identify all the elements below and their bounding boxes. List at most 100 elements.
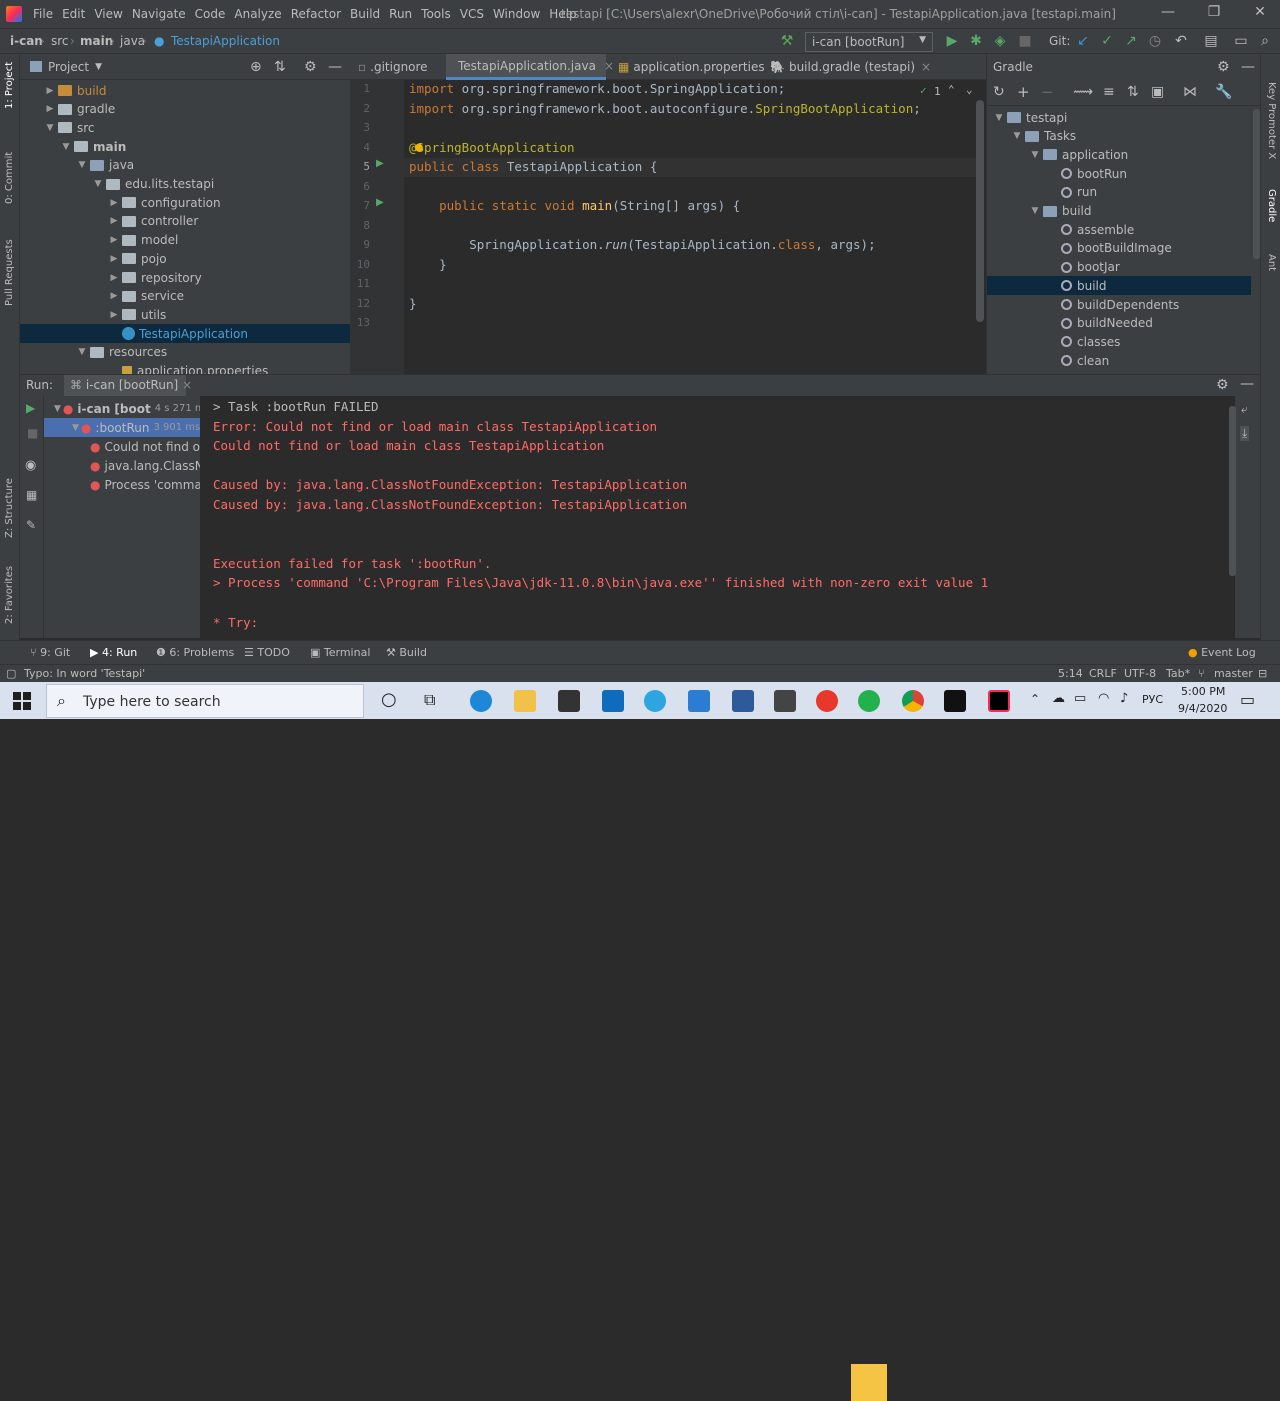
- debug-icon[interactable]: ✱: [967, 33, 985, 49]
- tree-arrow-icon[interactable]: ▶: [108, 216, 120, 226]
- tree-item[interactable]: ▼ edu.lits.testapi: [20, 175, 350, 194]
- tree-item[interactable]: ▶ configuration: [20, 193, 350, 212]
- menu-item-build[interactable]: Build: [350, 7, 380, 21]
- tab-testapi-application[interactable]: TestapiApplication.java ×: [446, 54, 614, 80]
- gradle-item[interactable]: buildDependents: [987, 295, 1251, 314]
- code-line[interactable]: import org.springframework.boot.SpringAp…: [409, 81, 785, 100]
- tree-arrow-icon[interactable]: ▼: [60, 142, 72, 152]
- git-commit-icon[interactable]: ✓: [1098, 33, 1116, 49]
- tree-arrow-icon[interactable]: ▼: [1029, 150, 1041, 160]
- build-hammer-icon[interactable]: ⚒: [778, 33, 796, 49]
- telegram-icon[interactable]: [644, 690, 666, 712]
- project-tool-tab[interactable]: 1: Project: [4, 62, 15, 109]
- gradle-item[interactable]: buildNeeded: [987, 314, 1251, 333]
- clock-date[interactable]: 9/4/2020: [1178, 702, 1227, 715]
- project-structure-icon[interactable]: ▤: [1202, 33, 1220, 49]
- git-tool-tab[interactable]: ⑂ 9: Git: [30, 646, 70, 659]
- run-gutter-icon[interactable]: ▶: [376, 158, 384, 169]
- taskbar-search-box[interactable]: ⌕ Type here to search: [46, 684, 364, 718]
- gear-icon[interactable]: ⚙: [1216, 377, 1229, 393]
- chevron-up-icon[interactable]: ⌃: [1030, 692, 1040, 706]
- task-view-icon[interactable]: ⧉: [424, 690, 435, 710]
- stop-icon[interactable]: ■: [1016, 33, 1034, 49]
- menu-item-refactor[interactable]: Refactor: [291, 7, 341, 21]
- reload-icon[interactable]: ↻: [993, 84, 1005, 100]
- indent-setting[interactable]: Tab*: [1166, 667, 1190, 680]
- search-icon[interactable]: ⌕: [1256, 33, 1274, 49]
- file-explorer-icon[interactable]: [514, 690, 536, 712]
- run-config-select[interactable]: i-can [bootRun] ▼: [805, 32, 933, 52]
- wrench-icon[interactable]: 🔧: [1215, 84, 1232, 100]
- code-line[interactable]: }: [409, 257, 447, 276]
- cortana-icon[interactable]: ○: [381, 689, 397, 710]
- volume-icon[interactable]: ♪: [1120, 691, 1128, 706]
- breadcrumb-project[interactable]: i-can: [10, 34, 43, 48]
- run-tree-item[interactable]: ● Process 'comma: [44, 475, 200, 494]
- console-output[interactable]: > Task :bootRun FAILED Error: Could not f…: [200, 396, 1235, 638]
- scroll-to-end-icon[interactable]: ⤓: [1240, 426, 1250, 441]
- run-tree-item[interactable]: ● java.lang.ClassN: [44, 456, 200, 475]
- status-message[interactable]: Typo: In word 'Testapi': [24, 667, 145, 680]
- tree-arrow-icon[interactable]: ▼: [76, 160, 88, 170]
- coverage-icon[interactable]: ◈: [991, 33, 1009, 49]
- commit-tool-tab[interactable]: 0: Commit: [4, 152, 15, 204]
- layout-icon[interactable]: ▭: [1232, 33, 1250, 49]
- eye-icon[interactable]: ◉: [25, 458, 36, 473]
- close-icon[interactable]: ✕: [1250, 4, 1270, 24]
- tree-arrow-icon[interactable]: ▼: [44, 123, 56, 133]
- wifi-icon[interactable]: ◠: [1098, 691, 1109, 706]
- inspection-ok-icon[interactable]: ✓: [920, 84, 927, 97]
- tree-arrow-icon[interactable]: ▶: [44, 86, 56, 96]
- menu-item-code[interactable]: Code: [195, 7, 226, 21]
- project-view-select[interactable]: Project: [48, 60, 89, 74]
- collapse-all-icon[interactable]: ⇅: [274, 59, 286, 75]
- tree-item-selected[interactable]: TestapiApplication: [20, 324, 350, 344]
- tree-item[interactable]: ▼ java: [20, 156, 350, 175]
- code-line[interactable]: public class TestapiApplication {: [409, 159, 657, 178]
- store-icon[interactable]: [558, 690, 580, 712]
- tree-item[interactable]: ▶ gradle: [20, 100, 350, 119]
- maximize-icon[interactable]: ❐: [1204, 4, 1224, 24]
- add-icon[interactable]: +: [1017, 83, 1030, 101]
- menu-item-edit[interactable]: Edit: [62, 7, 85, 21]
- tree-item[interactable]: ▶ controller: [20, 212, 350, 231]
- run-icon[interactable]: ▶: [943, 33, 961, 49]
- tree-item[interactable]: ▼ src: [20, 118, 350, 137]
- tree-arrow-icon[interactable]: ▶: [108, 310, 120, 320]
- notification-icon[interactable]: ▭: [1240, 690, 1255, 709]
- breadcrumb-main[interactable]: main: [80, 34, 113, 48]
- gradle-item[interactable]: bootRun: [987, 164, 1251, 183]
- structure-tool-tab[interactable]: Z: Structure: [4, 478, 15, 538]
- line-separator[interactable]: CRLF: [1089, 667, 1117, 680]
- code-line[interactable]: import org.springframework.boot.autoconf…: [409, 101, 921, 120]
- clock-time[interactable]: 5:00 PM: [1181, 685, 1225, 698]
- console-scrollbar[interactable]: [1229, 406, 1236, 576]
- code-line[interactable]: public static void main(String[] args) {: [409, 198, 740, 217]
- hide-icon[interactable]: —: [1240, 376, 1254, 392]
- menu-item-tools[interactable]: Tools: [421, 7, 451, 21]
- hide-icon[interactable]: —: [328, 59, 342, 75]
- gradle-scrollbar[interactable]: [1253, 109, 1260, 259]
- event-log-tool-tab[interactable]: ● Event Log: [1188, 646, 1256, 659]
- tab-application-properties[interactable]: ▦ application.properties ×: [610, 54, 781, 80]
- rollback-icon[interactable]: ↶: [1172, 33, 1190, 49]
- code-line[interactable]: }: [409, 296, 417, 315]
- dependencies-icon[interactable]: ⋈: [1183, 84, 1197, 100]
- build-tool-tab[interactable]: ⚒ Build: [386, 646, 427, 659]
- tree-arrow-icon[interactable]: ▶: [108, 198, 120, 208]
- tree-arrow-icon[interactable]: ▼: [54, 404, 61, 414]
- breadcrumb-src[interactable]: src: [51, 34, 69, 48]
- code-line[interactable]: SpringApplication.run(TestapiApplication…: [409, 237, 875, 256]
- gradle-item[interactable]: ▼ testapi: [987, 108, 1251, 127]
- cloud-icon[interactable]: ☁: [1052, 691, 1065, 706]
- file-encoding[interactable]: UTF-8: [1124, 667, 1156, 680]
- gradle-tool-tab[interactable]: Gradle: [1266, 189, 1277, 222]
- favorites-tool-tab[interactable]: 2: Favorites: [4, 566, 15, 624]
- pin-icon[interactable]: ✎: [26, 518, 36, 532]
- gradle-item[interactable]: bootBuildImage: [987, 239, 1251, 258]
- editor-scrollbar[interactable]: [976, 100, 984, 322]
- execute-task-icon[interactable]: ⟿: [1073, 84, 1093, 100]
- pull-requests-tool-tab[interactable]: Pull Requests: [4, 239, 15, 306]
- keyboard-language[interactable]: РУС: [1142, 693, 1163, 706]
- tree-arrow-icon[interactable]: ▶: [108, 254, 120, 264]
